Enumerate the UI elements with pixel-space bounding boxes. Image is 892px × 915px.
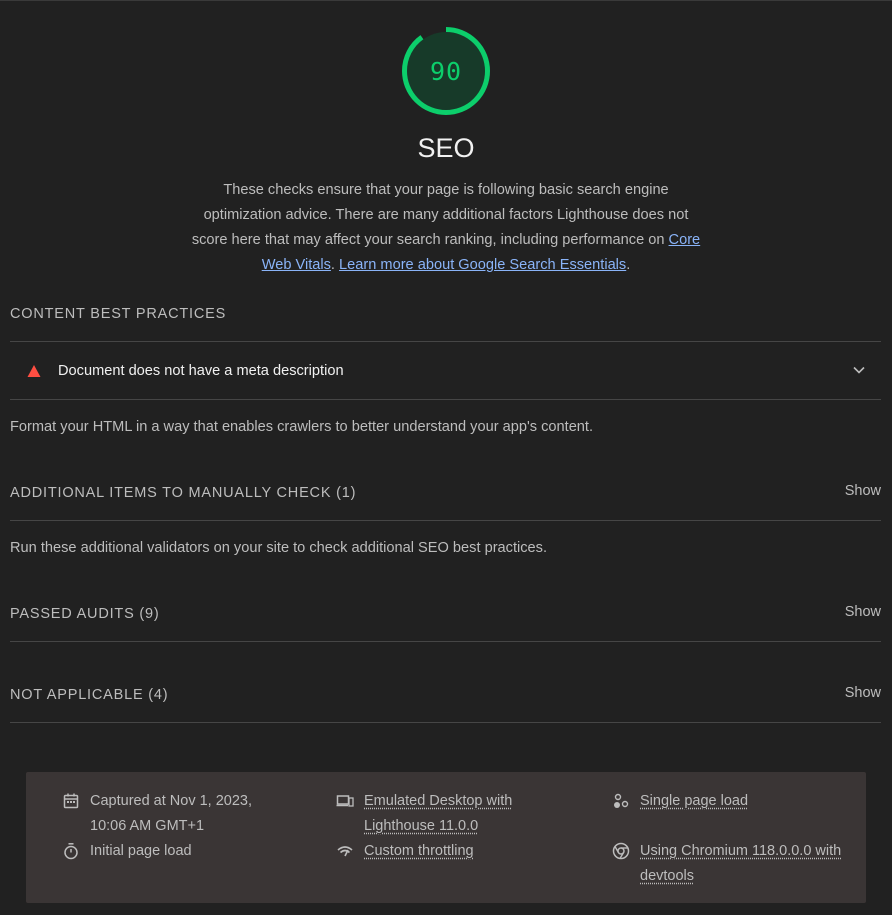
score-gauge: 90: [400, 25, 492, 117]
footer-emulated: Emulated Desktop with Lighthouse 11.0.0: [336, 789, 556, 839]
show-passed-audits-button[interactable]: Show: [845, 604, 881, 620]
divider: [10, 399, 881, 400]
group-title-manual-check[interactable]: ADDITIONAL ITEMS TO MANUALLY CHECK (1): [10, 483, 356, 503]
runtime-settings-footer: Captured at Nov 1, 2023, 10:06 AM GMT+1 …: [26, 772, 866, 903]
group-description-content: Format your HTML in a way that enables c…: [10, 419, 594, 435]
show-not-applicable-button[interactable]: Show: [845, 685, 881, 701]
group-title-not-applicable[interactable]: NOT APPLICABLE (4): [10, 685, 168, 705]
divider: [10, 722, 881, 723]
footer-single-load: Single page load: [612, 789, 852, 814]
footer-initial-load: Initial page load: [62, 839, 292, 864]
chrome-icon: [612, 842, 630, 860]
divider: [10, 520, 881, 521]
chevron-down-icon[interactable]: [852, 363, 866, 377]
emulated-link[interactable]: Emulated Desktop with Lighthouse 11.0.0: [364, 789, 556, 839]
stopwatch-icon: [64, 843, 78, 860]
devices-icon: [336, 795, 354, 807]
audit-title: Document does not have a meta descriptio…: [58, 362, 344, 379]
calendar-icon: [63, 793, 79, 809]
captured-text: Captured at Nov 1, 2023, 10:06 AM GMT+1: [90, 793, 253, 834]
description-text: These checks ensure that your page is fo…: [191, 182, 689, 248]
description-end: .: [626, 257, 631, 273]
footer-captured: Captured at Nov 1, 2023, 10:06 AM GMT+1: [62, 789, 292, 839]
score-value: 90: [429, 56, 463, 86]
network-throttle-icon: [337, 846, 353, 857]
group-title-passed-audits[interactable]: PASSED AUDITS (9): [10, 604, 160, 624]
triangle-warning-icon: [27, 364, 41, 377]
divider: [10, 641, 881, 642]
description-separator: .: [330, 257, 335, 273]
show-manual-check-button[interactable]: Show: [845, 483, 881, 499]
single-load-link[interactable]: Single page load: [640, 789, 748, 814]
category-description: These checks ensure that your page is fo…: [185, 178, 707, 278]
learn-more-link[interactable]: Learn more about Google Search Essential…: [339, 257, 626, 273]
throttling-link[interactable]: Custom throttling: [364, 839, 474, 864]
chromium-link[interactable]: Using Chromium 118.0.0.0 with devtools: [640, 839, 852, 889]
category-title: SEO: [417, 133, 475, 163]
initial-load-text: Initial page load: [90, 843, 192, 859]
top-border: [0, 0, 892, 1]
group-description-manual: Run these additional validators on your …: [10, 540, 548, 556]
footer-chromium: Using Chromium 118.0.0.0 with devtools: [612, 839, 852, 889]
single-load-icon: [614, 793, 629, 808]
footer-throttling: Custom throttling: [336, 839, 556, 864]
audit-meta-description[interactable]: Document does not have a meta descriptio…: [10, 342, 881, 399]
group-title-content-best-practices: CONTENT BEST PRACTICES: [10, 306, 227, 322]
